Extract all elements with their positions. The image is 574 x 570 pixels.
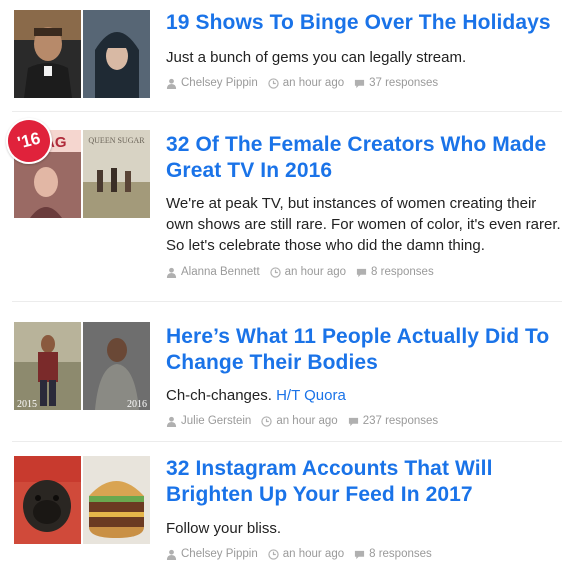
thumbnail-caption-right: QUEEN SUGAR — [88, 136, 145, 145]
user-icon — [166, 267, 177, 278]
responses-link[interactable]: 237 responses — [348, 415, 438, 427]
responses-count: 8 responses — [369, 548, 432, 560]
thumbnail-image-right-graphic: QUEEN SUGAR — [83, 130, 150, 218]
timestamp-text: an hour ago — [276, 415, 338, 427]
article-card: 32 Instagram Accounts That Will Brighten… — [0, 442, 574, 570]
thumbnail-image-left — [14, 456, 81, 544]
timestamp-text: an hour ago — [282, 548, 345, 560]
article-description-text: Ch-ch-changes. — [166, 387, 272, 404]
article-meta: Julie Gerstein an hour ago 237 responses — [166, 415, 566, 427]
thumbnail-image-left: 2015 — [14, 322, 81, 410]
responses-link[interactable]: 8 responses — [356, 266, 434, 278]
user-icon — [166, 549, 177, 560]
timestamp: an hour ago — [269, 266, 347, 278]
thumbnail-image-left-graphic — [14, 10, 81, 98]
thumbnail-image-left-graphic — [14, 456, 81, 544]
article-content: Here’s What 11 People Actually Did To Ch… — [166, 324, 566, 427]
thumbnail-image-right-graphic — [83, 10, 150, 98]
timestamp-text: an hour ago — [282, 77, 345, 89]
timestamp: an hour ago — [268, 77, 344, 89]
clock-icon — [261, 415, 272, 427]
article-description-text: Follow your bliss. — [166, 520, 282, 537]
clock-icon — [269, 266, 281, 278]
article-content: 19 Shows To Binge Over The Holidays Just… — [166, 10, 566, 89]
article-card: 19 Shows To Binge Over The Holidays Just… — [0, 0, 574, 112]
user-icon — [166, 78, 177, 89]
author-link[interactable]: Julie Gerstein — [166, 415, 251, 427]
user-icon — [166, 416, 177, 427]
thumbnail-caption-right: 2016 — [127, 399, 147, 410]
article-content: 32 Instagram Accounts That Will Brighten… — [166, 456, 566, 560]
thumbnail-image-right-graphic — [83, 456, 150, 544]
thumbnail-image-right-graphic: 2016 — [83, 322, 150, 410]
responses-count: 237 responses — [362, 415, 439, 427]
article-card: 2015 2016 Here’s What 11 People Actually… — [0, 302, 574, 442]
thumbnail-caption-left: 2015 — [17, 399, 37, 410]
article-thumbnail[interactable] — [14, 456, 150, 544]
comment-icon — [355, 550, 365, 559]
thumbnail-image-right — [83, 456, 150, 544]
article-description: Just a bunch of gems you can legally str… — [166, 47, 566, 68]
article-title[interactable]: 32 Of The Female Creators Who Made Great… — [166, 132, 566, 184]
author-name: Alanna Bennett — [181, 266, 260, 278]
clock-icon — [268, 77, 279, 89]
thumbnail-image-right — [83, 10, 150, 98]
author-link[interactable]: Chelsey Pippin — [166, 548, 258, 560]
article-title[interactable]: Here’s What 11 People Actually Did To Ch… — [166, 324, 566, 376]
comment-icon — [355, 79, 365, 88]
article-description: Ch-ch-changes. H/T Quora — [166, 385, 566, 406]
author-name: Chelsey Pippin — [181, 548, 258, 560]
article-title[interactable]: 19 Shows To Binge Over The Holidays — [166, 10, 566, 36]
article-meta: Chelsey Pippin an hour ago 37 responses — [166, 77, 566, 89]
clock-icon — [268, 548, 279, 560]
responses-link[interactable]: 8 responses — [354, 548, 432, 560]
author-link[interactable]: Alanna Bennett — [166, 266, 260, 278]
article-content: 32 Of The Female Creators Who Made Great… — [166, 132, 566, 278]
timestamp-text: an hour ago — [284, 266, 347, 278]
responses-link[interactable]: 37 responses — [354, 77, 438, 89]
article-description-link[interactable]: H/T Quora — [276, 387, 346, 404]
article-description-text: We're at peak TV, but instances of women… — [166, 195, 561, 254]
timestamp: an hour ago — [261, 415, 338, 427]
thumbnail-image-left — [14, 10, 81, 98]
article-meta: Alanna Bennett an hour ago 8 responses — [166, 266, 566, 278]
article-description: We're at peak TV, but instances of women… — [166, 193, 566, 256]
article-title[interactable]: 32 Instagram Accounts That Will Brighten… — [166, 456, 566, 508]
article-thumbnail[interactable]: 2015 2016 — [14, 322, 150, 410]
responses-count: 37 responses — [369, 77, 439, 89]
article-card: AG QUEEN SUGAR '16 32 Of The Female Crea… — [0, 112, 574, 302]
thumbnail-image-left-graphic: 2015 — [14, 322, 81, 410]
article-thumbnail[interactable] — [14, 10, 150, 98]
responses-count: 8 responses — [371, 266, 434, 278]
article-meta: Chelsey Pippin an hour ago 8 responses — [166, 548, 566, 560]
author-name: Chelsey Pippin — [181, 77, 258, 89]
author-link[interactable]: Chelsey Pippin — [166, 77, 258, 89]
thumbnail-image-right: QUEEN SUGAR — [83, 130, 150, 218]
article-feed: 19 Shows To Binge Over The Holidays Just… — [0, 0, 574, 570]
comment-icon — [348, 417, 358, 426]
thumbnail-image-right: 2016 — [83, 322, 150, 410]
author-name: Julie Gerstein — [181, 415, 252, 427]
article-description-text: Just a bunch of gems you can legally str… — [166, 49, 467, 66]
comment-icon — [356, 268, 367, 277]
article-description: Follow your bliss. — [166, 518, 566, 539]
timestamp: an hour ago — [268, 548, 344, 560]
